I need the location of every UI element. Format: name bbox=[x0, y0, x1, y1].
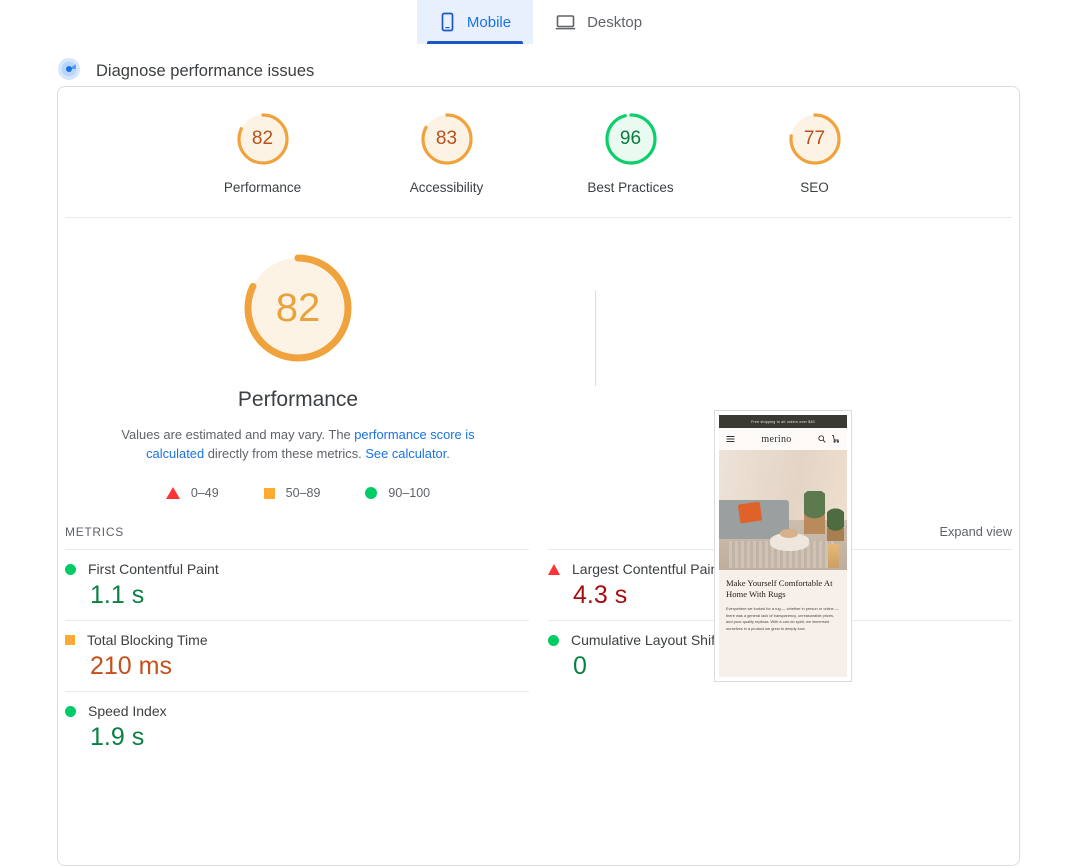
performance-description: Values are estimated and may vary. The p… bbox=[98, 425, 498, 463]
tab-mobile[interactable]: Mobile bbox=[416, 0, 534, 44]
legend-item-average: 50–89 bbox=[263, 486, 321, 500]
triangle-icon bbox=[548, 563, 560, 575]
metric-total-blocking-time[interactable]: Total Blocking Time 210 ms bbox=[65, 620, 529, 691]
desc-middle: directly from these metrics. bbox=[204, 446, 366, 461]
hamburger-menu-icon bbox=[726, 430, 735, 448]
triangle-icon bbox=[165, 487, 180, 499]
desc-prefix: Values are estimated and may vary. The bbox=[121, 427, 355, 442]
expand-view-button[interactable]: Expand view bbox=[939, 524, 1012, 539]
performance-gauge-icon bbox=[57, 57, 81, 86]
category-score-performance[interactable]: 82 Performance bbox=[203, 111, 323, 195]
tab-mobile-label: Mobile bbox=[466, 13, 512, 31]
category-score-gauges: 82 Performance 83 Accessibility 96 Best … bbox=[58, 87, 1019, 195]
performance-overview: 82 Performance Values are estimated and … bbox=[58, 218, 1019, 682]
metrics-header: METRICS Expand view bbox=[58, 524, 1019, 539]
circle-icon bbox=[548, 634, 559, 646]
metric-value: 1.9 s bbox=[90, 723, 145, 751]
legend-label-average: 50–89 bbox=[285, 486, 321, 500]
diagnose-header: Diagnose performance issues bbox=[57, 57, 1081, 86]
performance-gauge-large-title: Performance bbox=[237, 388, 359, 411]
thumbnail-promo-banner: Free shipping to all orders over $40 bbox=[719, 415, 847, 428]
metrics-label: METRICS bbox=[65, 525, 124, 539]
gauge-value-seo: 77 bbox=[803, 128, 826, 149]
category-score-seo[interactable]: 77 SEO bbox=[755, 111, 875, 195]
metric-value: 1.1 s bbox=[90, 581, 145, 609]
page-screenshot-thumbnail: Free shipping to all orders over $40 mer… bbox=[714, 410, 852, 682]
metric-speed-index[interactable]: Speed Index 1.9 s bbox=[65, 691, 529, 762]
circle-icon bbox=[65, 705, 76, 717]
category-score-best-practices[interactable]: 96 Best Practices bbox=[571, 111, 691, 195]
gauge-value-accessibility: 83 bbox=[435, 128, 458, 149]
performance-gauge-large: 82 bbox=[240, 250, 356, 366]
metrics-column-left: First Contentful Paint 1.1 s Total Block… bbox=[65, 549, 529, 762]
thumbnail-hero-image bbox=[719, 450, 847, 570]
gauge-ring-accessibility: 83 bbox=[419, 111, 475, 167]
metric-name: Speed Index bbox=[88, 703, 167, 719]
panel-divider bbox=[595, 290, 596, 386]
gauge-ring-best-practices: 96 bbox=[603, 111, 659, 167]
device-tab-bar: Mobile Desktop bbox=[0, 0, 1081, 44]
legend-item-good: 90–100 bbox=[365, 486, 430, 500]
gauge-label-seo: SEO bbox=[800, 180, 829, 195]
circle-icon bbox=[365, 487, 378, 499]
thumbnail-logo: merino bbox=[761, 433, 792, 445]
metrics-grid: First Contentful Paint 1.1 s Total Block… bbox=[58, 549, 1019, 762]
desc-suffix: . bbox=[446, 446, 450, 461]
diagnose-title: Diagnose performance issues bbox=[96, 62, 315, 80]
shopping-cart-icon bbox=[831, 430, 840, 448]
square-icon bbox=[263, 487, 275, 499]
metric-value: 210 ms bbox=[90, 652, 172, 680]
legend-item-poor: 0–49 bbox=[165, 486, 219, 500]
metric-name: Cumulative Layout Shift bbox=[571, 632, 719, 648]
gauge-label-accessibility: Accessibility bbox=[409, 180, 484, 195]
metric-first-contentful-paint[interactable]: First Contentful Paint 1.1 s bbox=[65, 549, 529, 620]
gauge-ring-performance: 82 bbox=[235, 111, 291, 167]
gauge-value-best-practices: 96 bbox=[619, 128, 642, 149]
thumbnail-site-header: merino bbox=[719, 428, 847, 450]
see-calculator-link[interactable]: See calculator bbox=[365, 446, 446, 461]
thumbnail-paragraph: Everywhere we looked for a rug — whether… bbox=[726, 606, 839, 631]
gauge-value-performance: 82 bbox=[251, 128, 274, 149]
metric-name: First Contentful Paint bbox=[88, 561, 219, 577]
legend-label-poor: 0–49 bbox=[190, 486, 219, 500]
performance-gauge-large-value: 82 bbox=[275, 285, 321, 330]
gauge-label-performance: Performance bbox=[223, 180, 302, 195]
legend-label-good: 90–100 bbox=[388, 486, 431, 500]
circle-icon bbox=[65, 563, 76, 575]
square-icon bbox=[65, 635, 75, 645]
mobile-phone-icon bbox=[439, 12, 456, 32]
category-score-accessibility[interactable]: 83 Accessibility bbox=[387, 111, 507, 195]
score-legend: 0–49 50–89 90–100 bbox=[165, 486, 430, 500]
tab-desktop-label: Desktop bbox=[587, 13, 643, 31]
desktop-monitor-icon bbox=[555, 12, 576, 32]
gauge-label-best-practices: Best Practices bbox=[587, 180, 674, 195]
metric-name: Total Blocking Time bbox=[87, 632, 208, 648]
thumbnail-heading: Make Yourself Comfortable At Home With R… bbox=[726, 578, 833, 599]
report-card: 82 Performance 83 Accessibility 96 Best … bbox=[57, 86, 1020, 866]
tab-desktop[interactable]: Desktop bbox=[533, 0, 664, 44]
search-icon bbox=[818, 430, 826, 448]
metric-name: Largest Contentful Paint bbox=[572, 561, 723, 577]
gauge-ring-seo: 77 bbox=[787, 111, 843, 167]
